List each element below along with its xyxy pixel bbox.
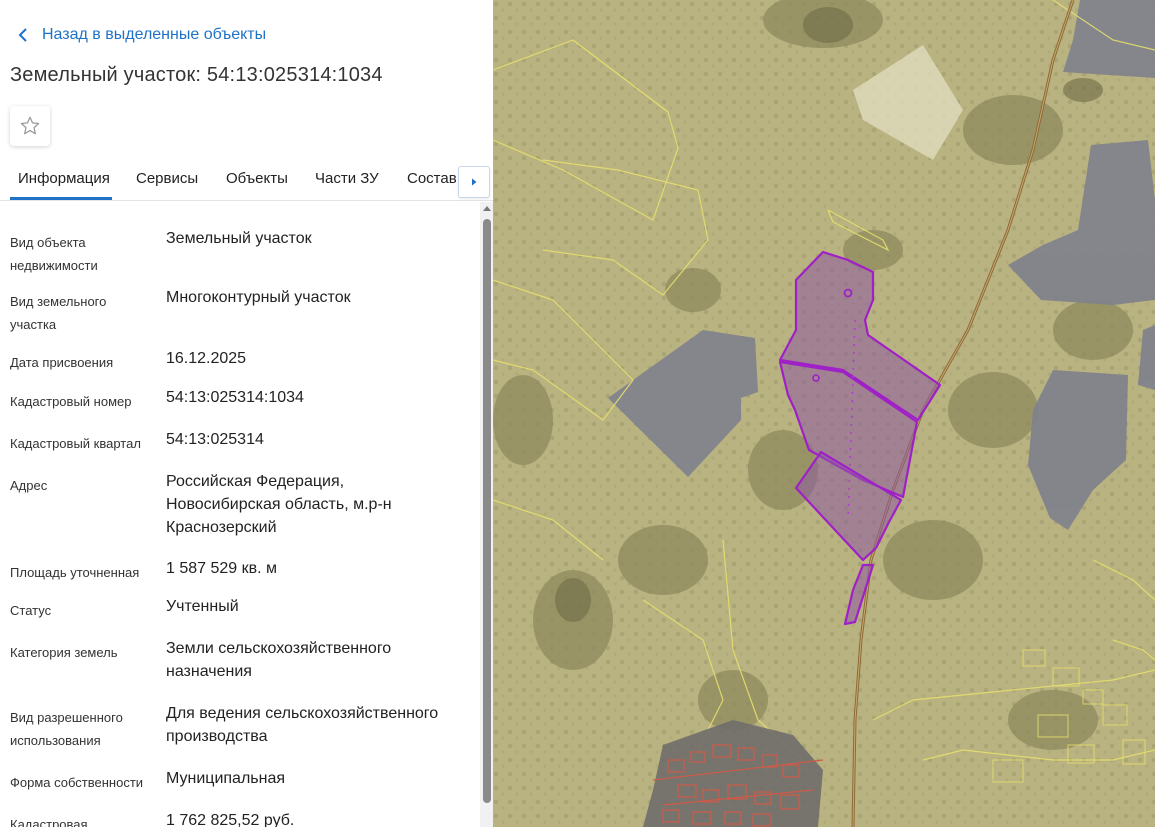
back-to-selected-link[interactable]: Назад в выделенные объекты [14, 24, 266, 46]
map-view[interactable] [493, 0, 1155, 827]
info-value: 54:13:025314 [166, 431, 264, 448]
favorite-button[interactable] [10, 106, 50, 146]
info-value: Учтенный [166, 598, 239, 615]
info-value: 1 587 529 кв. м [166, 560, 278, 577]
tab-info[interactable]: Информация [18, 170, 110, 187]
info-key: Площадь уточненная [10, 565, 140, 580]
info-key: Статус [10, 603, 52, 618]
tabs-scroll-right-button[interactable] [458, 166, 490, 198]
info-value: Земельный участок [166, 230, 312, 247]
tab-services[interactable]: Сервисы [136, 170, 198, 187]
info-value: 1 762 825,52 руб. [166, 812, 295, 827]
info-value: 16.12.2025 [166, 350, 247, 367]
page-title: Земельный участок: 54:13:025314:1034 [10, 64, 383, 86]
satellite-map[interactable] [493, 0, 1155, 827]
info-scrollbar[interactable] [480, 202, 493, 827]
caret-right-icon [472, 178, 477, 186]
info-panel: Назад в выделенные объекты Земельный уча… [0, 0, 493, 827]
info-value: Российская Федерация, Новосибирская облас… [166, 473, 392, 536]
star-outline-icon [20, 116, 40, 135]
scrollbar-thumb[interactable] [483, 219, 491, 803]
info-key: Адрес [10, 478, 48, 493]
tab-objects[interactable]: Объекты [226, 170, 288, 187]
tab-parts[interactable]: Части ЗУ [315, 170, 379, 187]
info-key: Кадастровая [10, 817, 88, 827]
info-value: 54:13:025314:1034 [166, 389, 304, 406]
info-key: Форма собственности [10, 775, 144, 790]
info-key: Вид разрешенного использования [10, 710, 123, 748]
chevron-left-icon [18, 28, 27, 42]
info-key: Дата присвоения [10, 355, 114, 370]
info-key: Вид объекта недвижимости [10, 235, 98, 273]
info-value: Многоконтурный участок [166, 289, 351, 306]
info-value: Для ведения сельскохозяйственного произво… [166, 705, 439, 745]
info-list[interactable]: Вид объекта недвижимости Земельный участо… [0, 202, 480, 827]
info-value: Муниципальная [166, 770, 286, 787]
info-key: Кадастровый номер [10, 394, 132, 409]
scroll-up-arrow-icon[interactable] [483, 206, 491, 211]
active-tab-indicator [10, 197, 112, 200]
tab-bar: Информация Сервисы Объекты Части ЗУ Сост… [0, 160, 493, 201]
info-key: Вид земельного участка [10, 294, 107, 332]
info-key: Кадастровый квартал [10, 436, 141, 451]
tab-composition[interactable]: Состав [407, 170, 457, 187]
info-key: Категория земель [10, 645, 118, 660]
info-value: Земли сельскохозяйственного назначения [166, 640, 392, 680]
back-link-label: Назад в выделенные объекты [42, 26, 267, 43]
